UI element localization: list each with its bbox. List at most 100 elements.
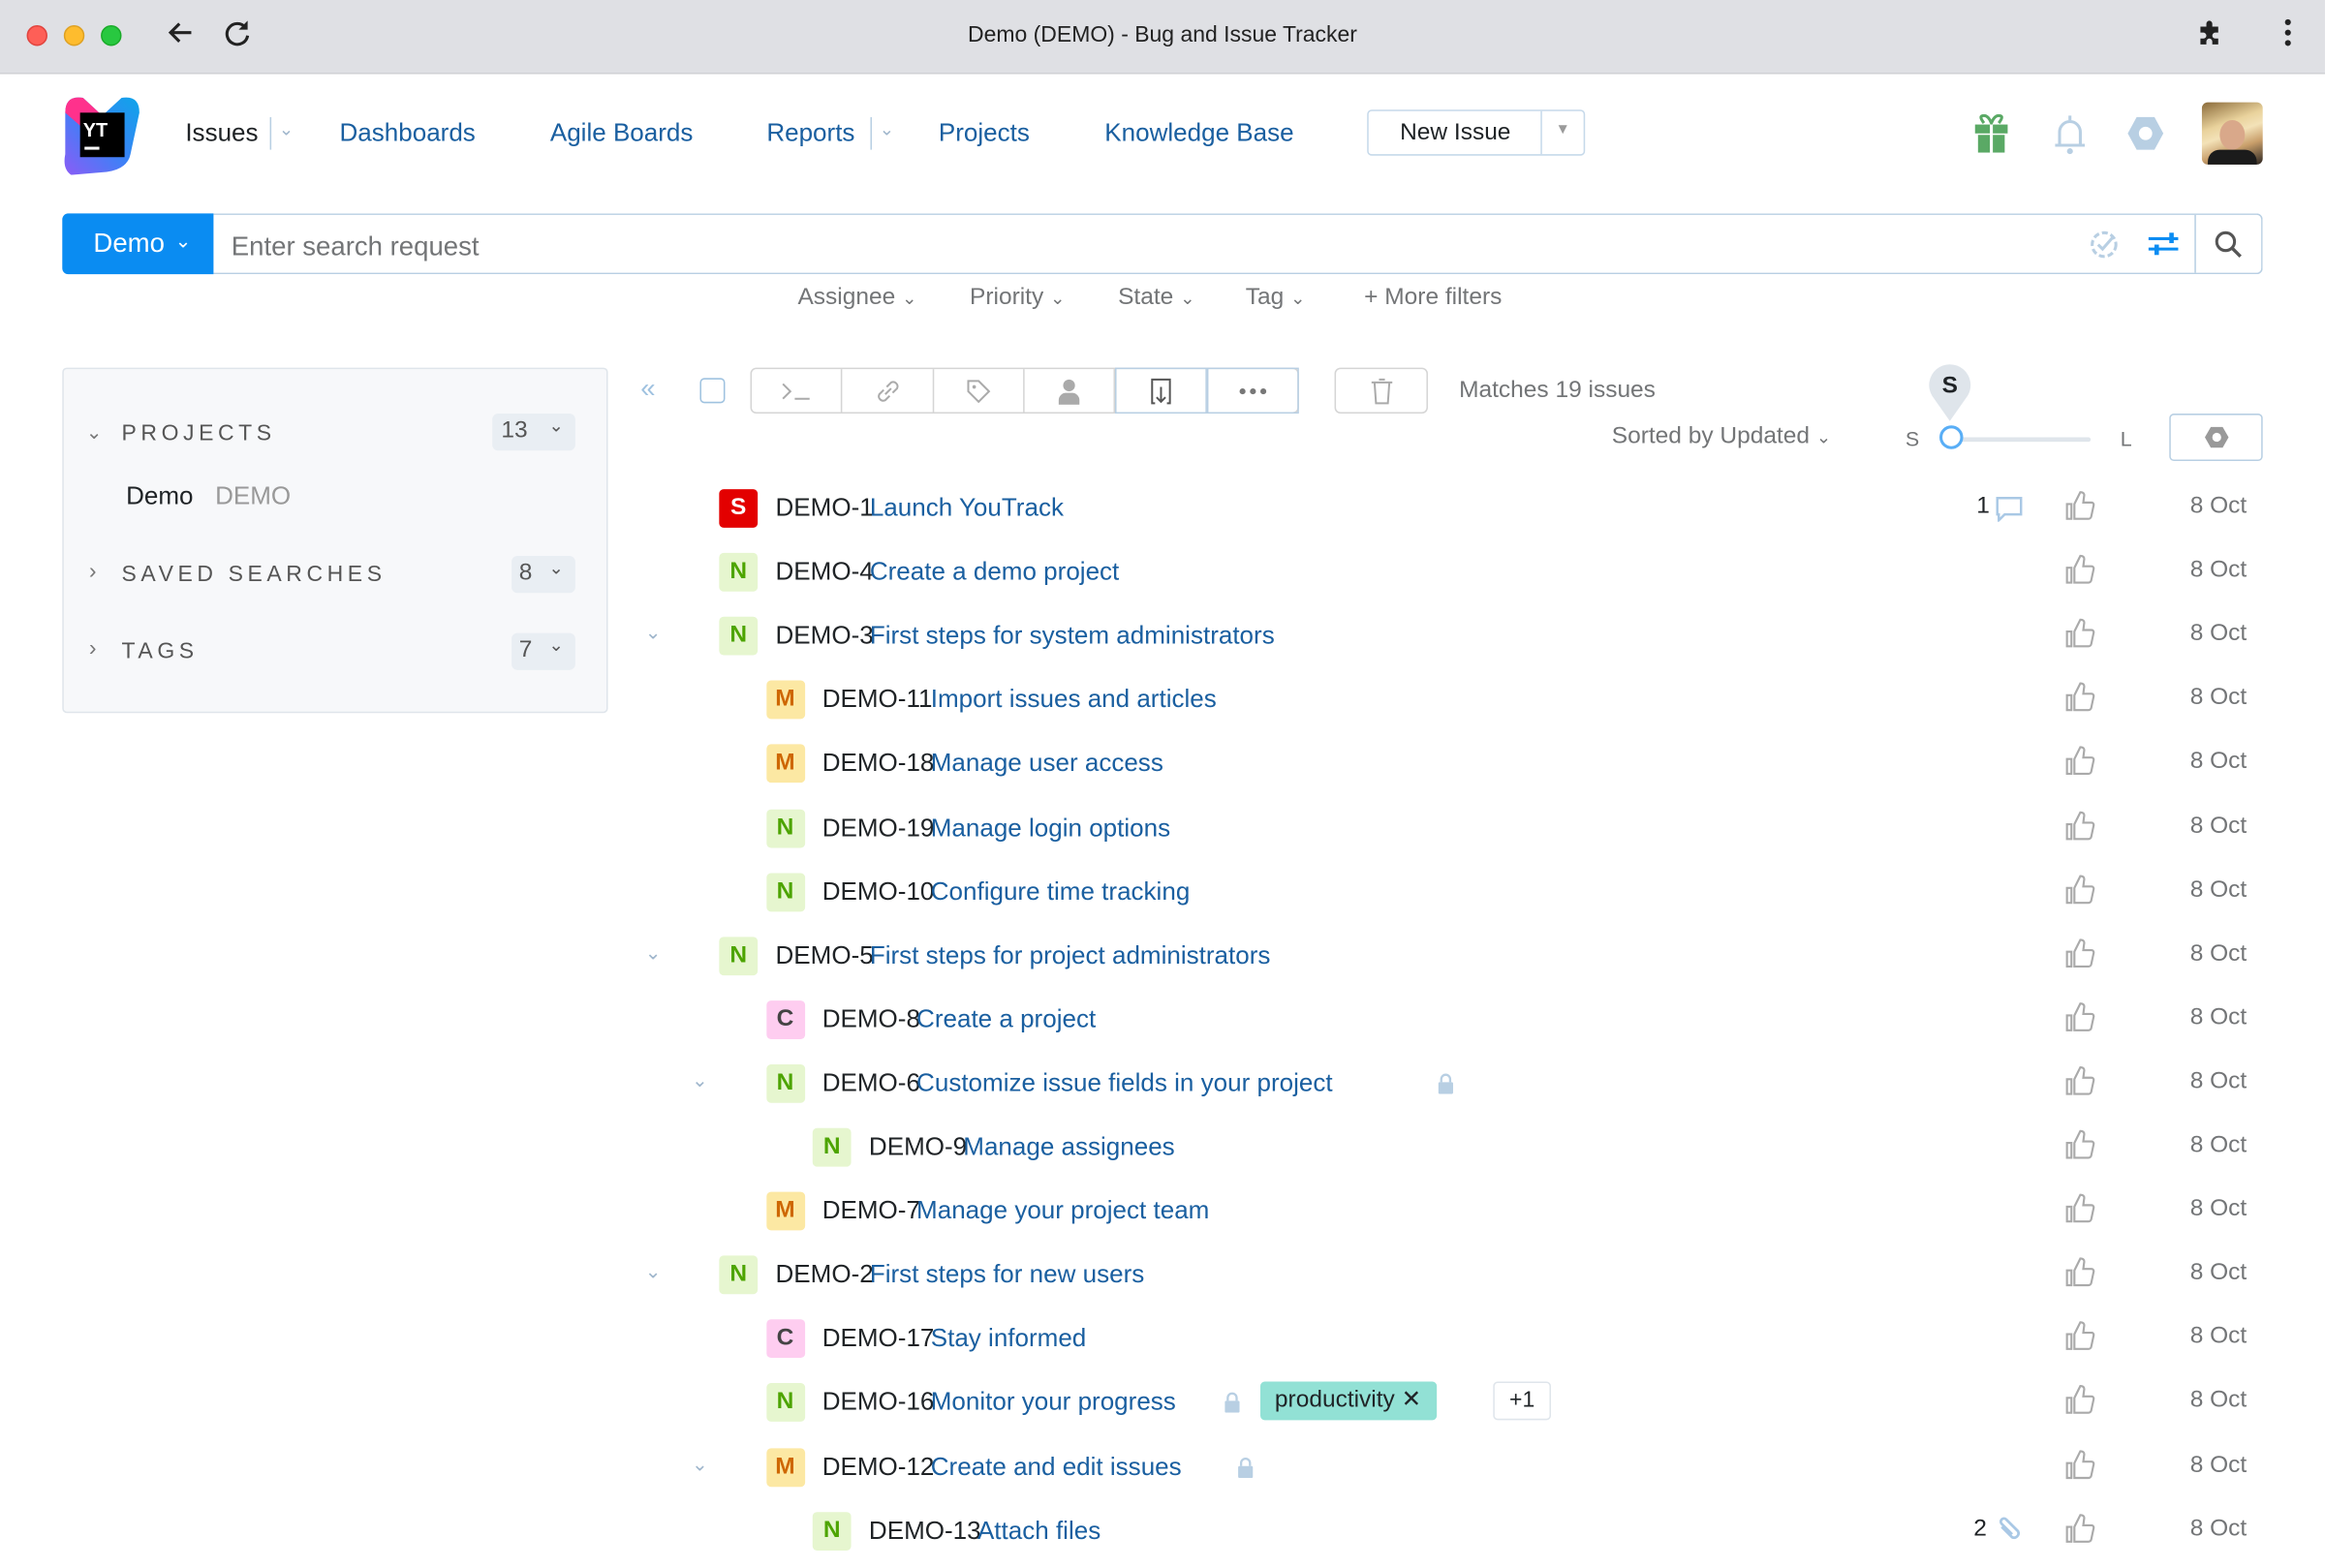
issue-row[interactable]: C DEMO-8 Create a project 8 Oct bbox=[637, 993, 2269, 1043]
vote-icon[interactable] bbox=[2064, 553, 2097, 586]
new-issue-dropdown-icon[interactable]: ▼ bbox=[1556, 122, 1570, 138]
priority-badge[interactable]: C bbox=[765, 999, 805, 1039]
issue-title-link[interactable]: Customize issue fields in your project bbox=[916, 1068, 1333, 1098]
vote-icon[interactable] bbox=[2064, 1000, 2097, 1033]
issue-title-link[interactable]: Monitor your progress bbox=[931, 1388, 1176, 1418]
issue-row[interactable]: M DEMO-18 Manage user access 8 Oct bbox=[637, 737, 2269, 787]
filter-priority[interactable]: Priority ⌄ bbox=[970, 285, 1065, 312]
project-selector-button[interactable]: Demo ⌄ bbox=[62, 213, 214, 275]
avatar[interactable] bbox=[2201, 102, 2263, 165]
collapse-toggle-icon[interactable]: ⌄ bbox=[692, 1068, 708, 1091]
search-input[interactable] bbox=[228, 227, 2014, 265]
issue-id[interactable]: DEMO-8 bbox=[822, 1004, 920, 1034]
chevron-right-icon[interactable]: › bbox=[89, 559, 97, 584]
collapse-toggle-icon[interactable]: ⌄ bbox=[645, 622, 662, 645]
filter-state[interactable]: State ⌄ bbox=[1118, 285, 1194, 312]
issue-id[interactable]: DEMO-9 bbox=[869, 1132, 967, 1162]
issue-row[interactable]: M DEMO-11 Import issues and articles 8 Oct bbox=[637, 673, 2269, 723]
vote-icon[interactable] bbox=[2064, 809, 2097, 842]
nav-projects[interactable]: Projects bbox=[939, 117, 1030, 150]
query-assist-settings-icon[interactable] bbox=[2147, 231, 2180, 265]
issue-id[interactable]: DEMO-12 bbox=[822, 1452, 935, 1482]
saved-searches-count-dropdown[interactable]: 8 ⌄ bbox=[512, 555, 575, 594]
vote-icon[interactable] bbox=[2064, 617, 2097, 650]
priority-badge[interactable]: S bbox=[719, 489, 759, 528]
issue-row[interactable]: N DEMO-9 Manage assignees 8 Oct bbox=[637, 1121, 2269, 1171]
priority-badge[interactable]: N bbox=[765, 1063, 805, 1103]
collapse-toggle-icon[interactable]: ⌄ bbox=[645, 940, 662, 964]
nav-dashboards[interactable]: Dashboards bbox=[340, 117, 476, 150]
kebab-menu-icon[interactable] bbox=[2278, 17, 2298, 56]
attachment-icon[interactable] bbox=[1995, 1515, 2025, 1552]
bell-icon[interactable] bbox=[2052, 114, 2088, 164]
collapse-toggle-icon[interactable]: ⌄ bbox=[692, 1452, 708, 1475]
issue-title-link[interactable]: First steps for new users bbox=[870, 1260, 1144, 1290]
collapse-toggle-icon[interactable]: ⌄ bbox=[645, 1260, 662, 1283]
projects-count-dropdown[interactable]: 13 ⌄ bbox=[492, 414, 575, 451]
priority-badge[interactable]: M bbox=[765, 744, 805, 784]
issue-id[interactable]: DEMO-18 bbox=[822, 750, 935, 780]
issue-id[interactable]: DEMO-5 bbox=[776, 940, 874, 970]
issue-title-link[interactable]: First steps for project administrators bbox=[870, 940, 1271, 970]
issue-title-link[interactable]: Configure time tracking bbox=[931, 876, 1191, 907]
issue-title-link[interactable]: Launch YouTrack bbox=[870, 494, 1064, 524]
nav-issues[interactable]: Issues bbox=[185, 117, 258, 150]
issue-id[interactable]: DEMO-2 bbox=[776, 1260, 874, 1290]
search-icon[interactable] bbox=[2214, 230, 2244, 266]
size-slider-handle[interactable] bbox=[1939, 425, 1964, 449]
tag-icon[interactable] bbox=[934, 369, 1025, 413]
assignee-icon[interactable] bbox=[1025, 369, 1116, 413]
issue-row[interactable]: N DEMO-19 Manage login options 8 Oct bbox=[637, 801, 2269, 851]
priority-badge[interactable]: N bbox=[719, 617, 759, 656]
priority-badge[interactable]: M bbox=[765, 680, 805, 720]
filter-tag[interactable]: Tag ⌄ bbox=[1246, 285, 1306, 312]
priority-badge[interactable]: N bbox=[812, 1127, 852, 1167]
issue-title-link[interactable]: Import issues and articles bbox=[931, 686, 1217, 716]
issue-id[interactable]: DEMO-11 bbox=[822, 686, 933, 716]
issue-title-link[interactable]: Stay informed bbox=[931, 1324, 1087, 1354]
settings-hex-icon[interactable] bbox=[2126, 114, 2165, 160]
vote-icon[interactable] bbox=[2064, 1256, 2097, 1289]
priority-badge[interactable]: N bbox=[719, 1255, 759, 1295]
issue-id[interactable]: DEMO-1 bbox=[776, 494, 874, 524]
vote-icon[interactable] bbox=[2064, 937, 2097, 969]
extensions-puzzle-icon[interactable] bbox=[2196, 17, 2226, 56]
issue-title-link[interactable]: Create a project bbox=[916, 1004, 1096, 1034]
tag-chip[interactable]: productivity ✕ bbox=[1259, 1382, 1437, 1421]
chevron-down-icon[interactable]: ⌄ bbox=[86, 421, 103, 445]
priority-badge[interactable]: N bbox=[765, 872, 805, 911]
command-icon[interactable] bbox=[752, 369, 843, 413]
issue-row[interactable]: ⌄ N DEMO-2 First steps for new users 8 Oct bbox=[637, 1248, 2269, 1299]
vote-icon[interactable] bbox=[2064, 1192, 2097, 1225]
issue-title-link[interactable]: Manage login options bbox=[931, 814, 1170, 844]
size-slider-track[interactable] bbox=[1951, 437, 2092, 443]
issue-title-link[interactable]: Attach files bbox=[977, 1516, 1100, 1546]
priority-badge[interactable]: M bbox=[765, 1191, 805, 1231]
nav-knowledge-base[interactable]: Knowledge Base bbox=[1104, 117, 1293, 150]
issue-row[interactable]: ⌄ M DEMO-12 Create and edit issues 8 Oct bbox=[637, 1440, 2269, 1491]
priority-badge[interactable]: N bbox=[765, 808, 805, 847]
issue-id[interactable]: DEMO-19 bbox=[822, 814, 935, 844]
issue-row[interactable]: N DEMO-13 Attach files 2 8 Oct bbox=[637, 1504, 2269, 1554]
collapse-sidebar-icon[interactable]: « bbox=[640, 374, 655, 405]
issue-row[interactable]: ⌄ N DEMO-5 First steps for project administ… bbox=[637, 929, 2269, 979]
nav-agile-boards[interactable]: Agile Boards bbox=[550, 117, 694, 150]
issue-row[interactable]: N DEMO-10 Configure time tracking 8 Oct bbox=[637, 865, 2269, 915]
issue-id[interactable]: DEMO-7 bbox=[822, 1196, 920, 1226]
issue-title-link[interactable]: Manage assignees bbox=[963, 1132, 1174, 1162]
select-all-checkbox[interactable] bbox=[699, 378, 726, 404]
vote-icon[interactable] bbox=[2064, 1320, 2097, 1353]
chevron-right-icon[interactable]: › bbox=[89, 636, 97, 661]
issue-id[interactable]: DEMO-6 bbox=[822, 1068, 920, 1098]
vote-icon[interactable] bbox=[2064, 1128, 2097, 1161]
issue-row[interactable]: C DEMO-17 Stay informed 8 Oct bbox=[637, 1312, 2269, 1363]
sidebar-project-demo[interactable]: Demo DEMO bbox=[126, 481, 291, 511]
priority-badge[interactable]: N bbox=[812, 1511, 852, 1551]
issue-title-link[interactable]: Manage user access bbox=[931, 750, 1163, 780]
list-settings-button[interactable] bbox=[2169, 414, 2263, 462]
priority-badge[interactable]: N bbox=[765, 1383, 805, 1423]
vote-icon[interactable] bbox=[2064, 1448, 2097, 1481]
issue-row[interactable]: N DEMO-16 Monitor your progress productivit… bbox=[637, 1376, 2269, 1427]
nav-reports[interactable]: Reports bbox=[766, 117, 854, 150]
reports-dropdown-chevron-icon[interactable]: ⌄ bbox=[880, 118, 894, 138]
